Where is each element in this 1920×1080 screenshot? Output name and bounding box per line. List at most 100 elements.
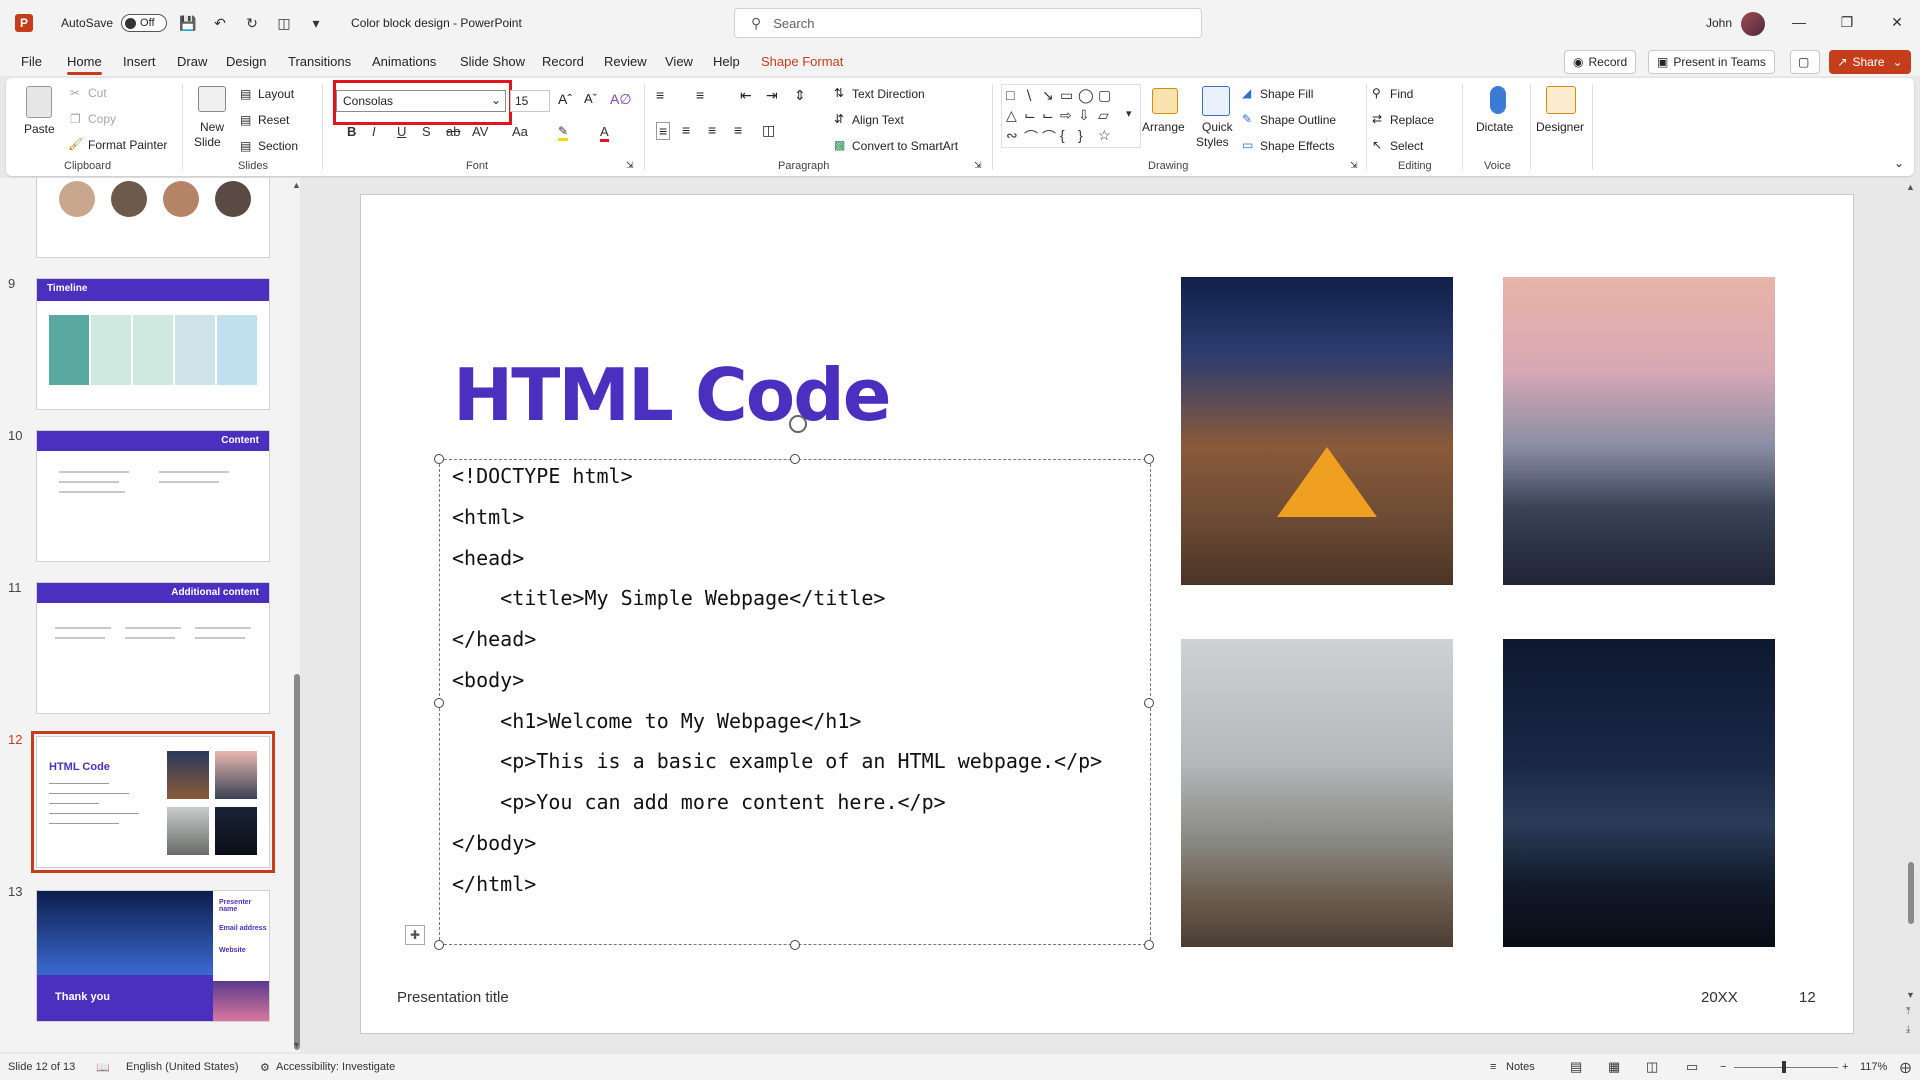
minimize-icon[interactable]: — <box>1784 14 1814 30</box>
thumbnail-slide-13[interactable]: Thank you Presenter name Email address W… <box>36 890 270 1022</box>
decrease-font-size-icon[interactable]: Aˇ <box>584 91 597 106</box>
paste-button[interactable]: Paste <box>24 122 55 136</box>
notes-button[interactable]: Notes <box>1506 1061 1535 1073</box>
autosave-toggle[interactable]: Off <box>121 14 168 32</box>
decrease-indent-icon[interactable]: ⇤ <box>740 87 752 104</box>
tab-record[interactable]: Record <box>542 54 584 69</box>
triangle-shape-icon[interactable]: △ <box>1006 107 1017 124</box>
dictate-button[interactable]: Dictate <box>1476 120 1513 134</box>
customize-qat-icon[interactable]: ▾ <box>305 15 327 32</box>
bold-icon[interactable]: B <box>347 124 356 139</box>
resize-handle[interactable] <box>434 940 444 950</box>
avatar[interactable] <box>1741 12 1765 36</box>
resize-handle[interactable] <box>790 940 800 950</box>
designer-icon[interactable] <box>1546 86 1576 114</box>
code-text-box[interactable]: <!DOCTYPE html> <html> <head> <title>My … <box>434 454 1154 950</box>
layout-button[interactable]: Layout <box>258 87 294 101</box>
share-button[interactable]: ↗ Share ⌄ <box>1829 50 1911 74</box>
collapse-ribbon-icon[interactable]: ⌄ <box>1894 156 1904 170</box>
tab-shape-format[interactable]: Shape Format <box>761 54 843 69</box>
oval-shape-icon[interactable]: ◯ <box>1078 87 1094 104</box>
tab-file[interactable]: File <box>21 54 42 69</box>
increase-indent-icon[interactable]: ⇥ <box>766 87 778 104</box>
redo-icon[interactable]: ↻ <box>241 15 263 32</box>
line-shape-icon[interactable]: ∖ <box>1024 87 1033 104</box>
rotate-handle-icon[interactable] <box>789 415 807 433</box>
align-right-icon[interactable]: ≡ <box>708 122 716 138</box>
shape-outline-button[interactable]: Shape Outline <box>1260 113 1336 127</box>
footer-presentation-title[interactable]: Presentation title <box>397 989 509 1006</box>
text-direction-button[interactable]: Text Direction <box>852 87 925 101</box>
shadow-icon[interactable]: S <box>422 124 431 139</box>
character-spacing-icon[interactable]: AV <box>472 124 488 139</box>
arc-shape-icon[interactable]: ⌒ <box>1042 127 1056 147</box>
resize-handle[interactable] <box>434 454 444 464</box>
clear-formatting-icon[interactable]: A∅ <box>610 91 632 108</box>
align-center-icon[interactable]: ≡ <box>682 122 690 138</box>
tab-slide-show[interactable]: Slide Show <box>460 54 525 69</box>
align-text-button[interactable]: Align Text <box>852 113 904 127</box>
scroll-down-icon[interactable]: ▼ <box>1906 990 1915 1000</box>
shape-fill-button[interactable]: Shape Fill <box>1260 87 1313 101</box>
tab-view[interactable]: View <box>665 54 693 69</box>
slide-show-icon[interactable]: ▭ <box>1686 1059 1698 1075</box>
language-indicator[interactable]: English (United States) <box>126 1061 239 1073</box>
font-color-icon[interactable]: A <box>600 124 609 142</box>
footer-date[interactable]: 20XX <box>1701 989 1738 1006</box>
align-left-icon[interactable]: ≡ <box>656 122 671 140</box>
connector-shape-icon[interactable]: ⌙ <box>1024 107 1036 124</box>
right-brace-shape-icon[interactable]: } <box>1078 127 1083 143</box>
spelling-check-icon[interactable]: 📖 <box>96 1061 110 1074</box>
restore-icon[interactable]: ❐ <box>1832 14 1862 31</box>
night-sky-road-photo[interactable] <box>1503 639 1775 947</box>
zoom-slider[interactable] <box>1734 1067 1838 1068</box>
zoom-in-icon[interactable]: + <box>1842 1061 1848 1073</box>
rectangle-shape-icon[interactable]: ▭ <box>1060 87 1073 104</box>
zoom-level[interactable]: 117% <box>1860 1061 1887 1073</box>
thumbnail-slide-11[interactable]: Additional content <box>36 582 270 714</box>
resize-handle[interactable] <box>1144 454 1154 464</box>
tab-transitions[interactable]: Transitions <box>288 54 351 69</box>
quick-styles-button-line2[interactable]: Styles <box>1196 135 1229 149</box>
layout-options-icon[interactable]: ✚ <box>405 925 425 945</box>
arrow-line-shape-icon[interactable]: ↘ <box>1042 87 1054 104</box>
tab-home[interactable]: Home <box>67 54 102 75</box>
numbering-icon[interactable]: ≡ <box>696 87 704 103</box>
present-from-start-icon[interactable]: ◫ <box>273 15 295 32</box>
thumbnail-slide-9[interactable]: Timeline <box>36 278 270 410</box>
paragraph-dialog-launcher-icon[interactable]: ⇲ <box>974 160 982 171</box>
copy-button[interactable]: Copy <box>88 112 116 126</box>
van-in-mountains-photo[interactable] <box>1181 639 1453 947</box>
thumbnail-slide-12[interactable]: HTML Code <box>31 731 275 873</box>
flowchart-shape-icon[interactable]: ▱ <box>1098 107 1109 124</box>
format-painter-button[interactable]: Format Painter <box>88 138 167 152</box>
undo-icon[interactable]: ↶ <box>209 15 231 32</box>
thumbnail-slide-10[interactable]: Content <box>36 430 270 562</box>
resize-handle[interactable] <box>1144 698 1154 708</box>
resize-handle[interactable] <box>1144 940 1154 950</box>
paste-icon[interactable] <box>26 86 52 118</box>
reading-view-icon[interactable]: ◫ <box>1646 1059 1658 1075</box>
tab-help[interactable]: Help <box>713 54 740 69</box>
tab-review[interactable]: Review <box>604 54 647 69</box>
zoom-out-icon[interactable]: − <box>1720 1061 1726 1073</box>
scroll-up-icon[interactable]: ▲ <box>1906 182 1915 192</box>
fit-to-window-icon[interactable]: ⨁ <box>1900 1061 1911 1074</box>
columns-icon[interactable]: ◫ <box>762 122 775 139</box>
find-button[interactable]: Find <box>1390 87 1413 101</box>
microphone-icon[interactable] <box>1490 86 1506 114</box>
freeform-shape-icon[interactable]: ∾ <box>1006 127 1018 144</box>
section-button[interactable]: Section <box>258 139 298 153</box>
comments-button[interactable]: ▢ <box>1790 50 1820 74</box>
slide-count[interactable]: Slide 12 of 13 <box>8 1061 75 1073</box>
rounded-rect-shape-icon[interactable]: ▢ <box>1098 87 1111 104</box>
tab-draw[interactable]: Draw <box>177 54 207 69</box>
increase-font-size-icon[interactable]: Aˆ <box>558 91 572 107</box>
tab-animations[interactable]: Animations <box>372 54 436 69</box>
font-dialog-launcher-icon[interactable]: ⇲ <box>626 160 634 171</box>
bullets-icon[interactable]: ≡ <box>656 87 664 103</box>
text-box-shape-icon[interactable]: □ <box>1006 87 1014 103</box>
italic-icon[interactable]: I <box>372 124 376 139</box>
zoom-slider-knob[interactable] <box>1782 1061 1786 1073</box>
quick-styles-icon[interactable] <box>1202 86 1230 116</box>
